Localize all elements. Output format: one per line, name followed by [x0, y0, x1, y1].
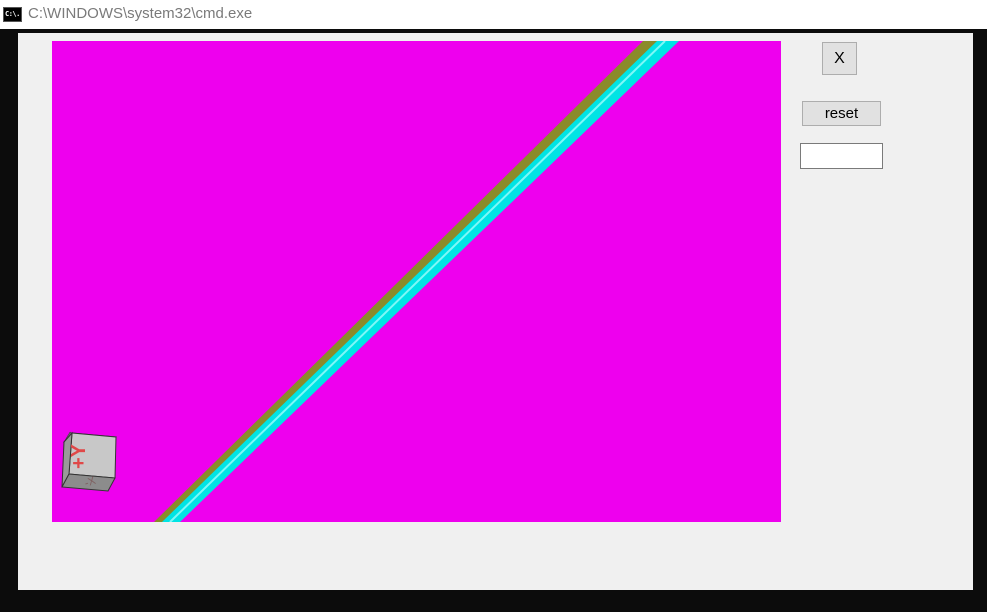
app-top-edge — [18, 29, 973, 33]
console-border-left — [0, 29, 18, 612]
console-icon: C:\. — [3, 7, 22, 22]
console-border-bottom — [0, 590, 987, 612]
viewport-canvas[interactable]: +Y -X — [52, 41, 781, 522]
cube-axis-label: +Y — [68, 443, 90, 469]
reset-button[interactable]: reset — [802, 101, 881, 126]
orientation-cube[interactable]: +Y -X — [61, 431, 117, 492]
window-title: C:\WINDOWS\system32\cmd.exe — [28, 5, 253, 22]
value-input[interactable] — [800, 143, 883, 169]
close-button[interactable]: X — [822, 42, 857, 75]
title-bar: C:\. C:\WINDOWS\system32\cmd.exe — [0, 0, 987, 29]
3d-viewport[interactable]: +Y -X — [52, 41, 781, 522]
console-border-right — [973, 29, 987, 612]
